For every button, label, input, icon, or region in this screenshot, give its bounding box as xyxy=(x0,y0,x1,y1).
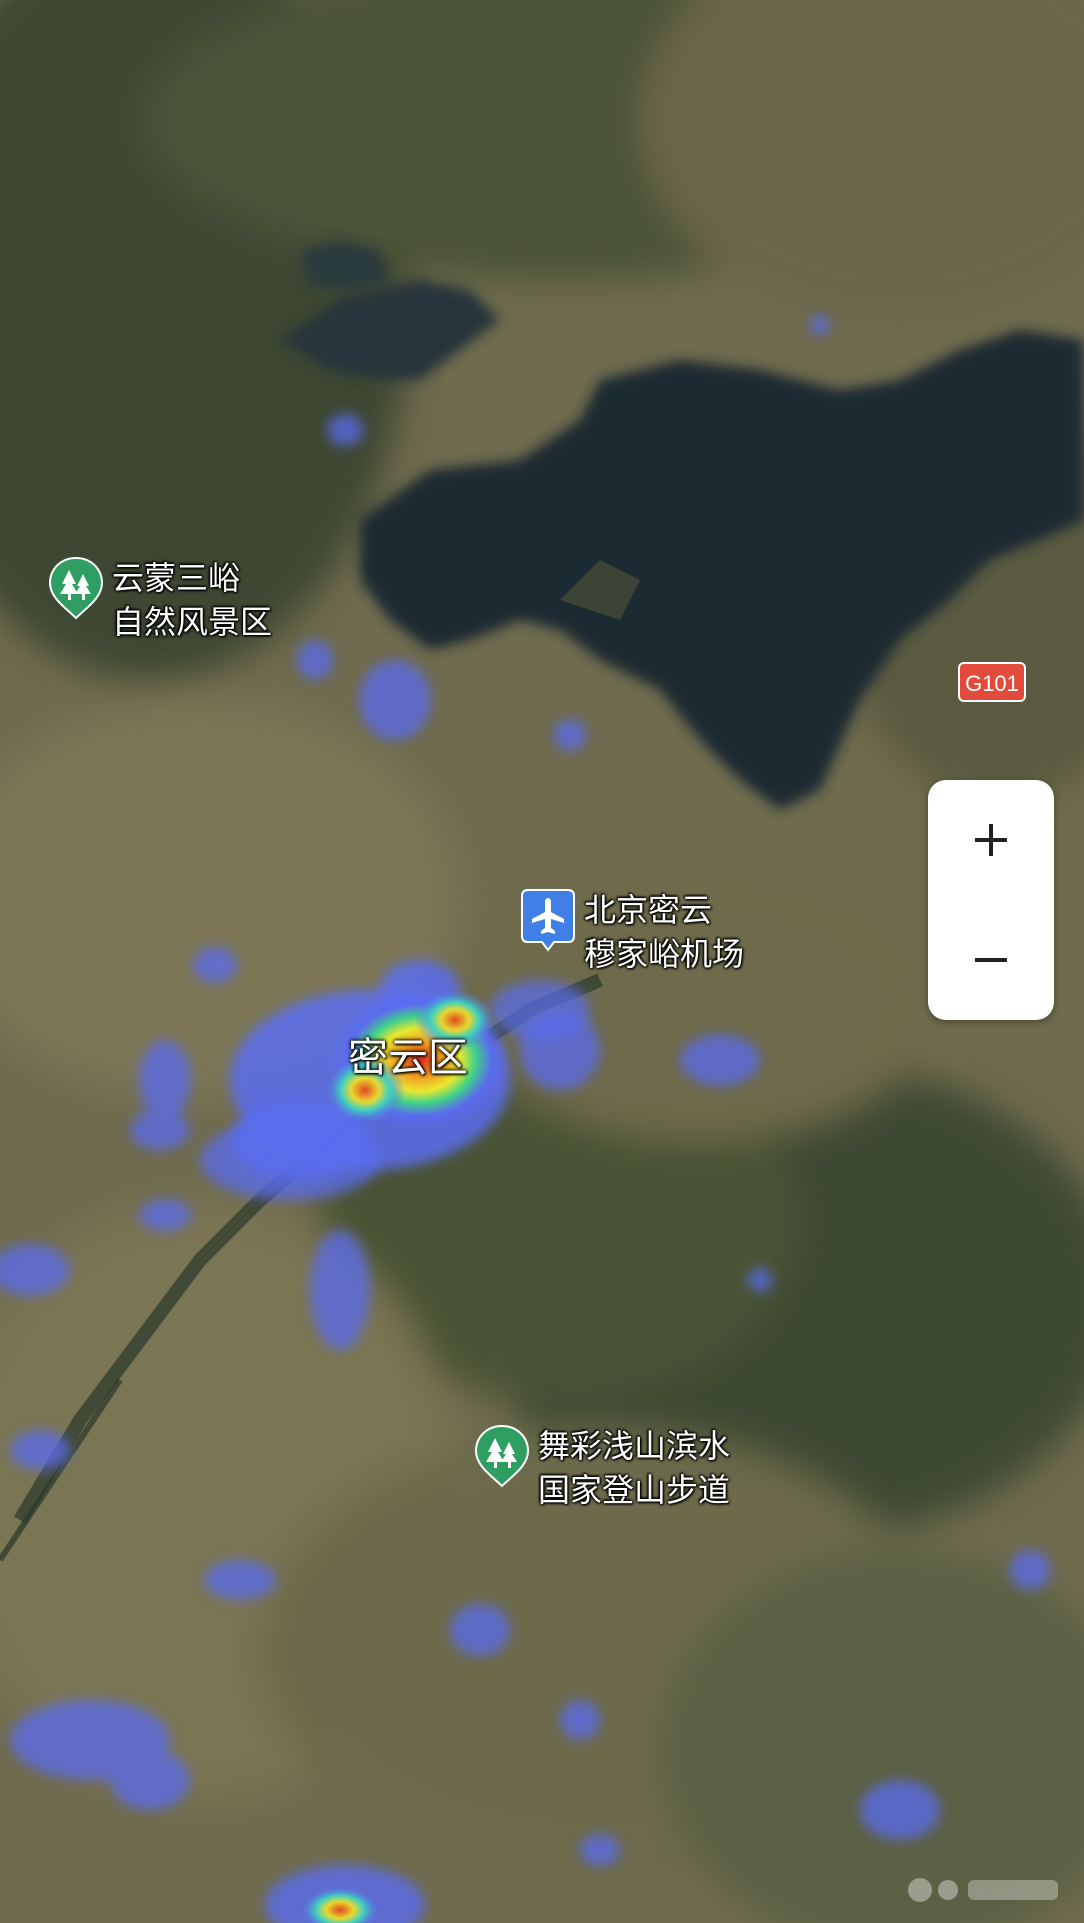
watermark-logo xyxy=(908,1878,1058,1902)
zoom-out-button[interactable] xyxy=(928,900,1054,1020)
poi-label-line-2: 国家登山步道 xyxy=(538,1471,731,1509)
park-tree-icon xyxy=(474,1424,530,1488)
poi-label-line-1: 北京密云 xyxy=(584,891,713,929)
minus-icon xyxy=(975,958,1007,962)
poi-scenic-area-yunmeng[interactable]: 云蒙三峪 自然风景区 xyxy=(48,556,272,644)
zoom-in-button[interactable] xyxy=(928,780,1054,900)
airplane-icon xyxy=(521,889,575,952)
poi-airport-miyun[interactable]: 北京密云 穆家峪机场 xyxy=(520,888,744,976)
plus-icon xyxy=(975,824,1007,856)
district-label-miyun[interactable]: 密云区 xyxy=(348,1034,468,1082)
poi-label-line-1: 云蒙三峪 xyxy=(112,559,241,597)
zoom-control xyxy=(928,780,1054,1020)
satellite-map[interactable]: 云蒙三峪 自然风景区 北京密云 穆家峪机场 舞彩浅山滨水 国家登山步道 密云区 … xyxy=(0,0,1084,1923)
poi-hiking-trail[interactable]: 舞彩浅山滨水 国家登山步道 xyxy=(474,1424,730,1512)
poi-label-line-1: 舞彩浅山滨水 xyxy=(538,1427,731,1465)
poi-label-line-2: 自然风景区 xyxy=(112,603,273,641)
poi-label-line-2: 穆家峪机场 xyxy=(584,935,745,973)
road-badge-g101: G101 xyxy=(958,662,1026,702)
park-tree-icon xyxy=(48,556,104,620)
